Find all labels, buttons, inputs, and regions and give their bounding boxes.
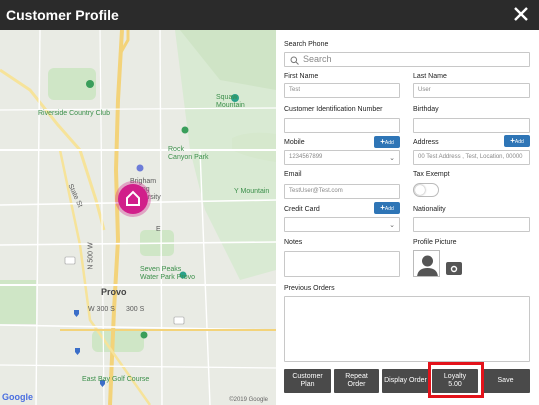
first-name-label: First Name [284,73,319,80]
birthday-label: Birthday [413,106,439,113]
map-label-rock-canyon: Rock Canyon Park [168,146,209,161]
last-name-field[interactable]: User [413,83,530,98]
mobile-label: Mobile [284,139,305,146]
mobile-value: 1234567899 [289,154,323,160]
user-icon [417,255,438,276]
customer-plan-button[interactable]: Customer Plan [284,369,331,393]
chevron-down-icon: ⌄ [389,222,395,229]
close-icon[interactable] [511,3,531,25]
loyalty-highlight-box [428,362,484,398]
notes-field[interactable] [284,251,400,277]
add-mobile-button[interactable]: +Add [374,136,400,148]
add-mobile-label: Add [384,140,394,146]
avatar [413,250,440,277]
map-label-provo: Provo [101,287,127,297]
email-field[interactable]: TestUser@Test.com [284,184,400,199]
add-credit-card-button[interactable]: +Add [374,202,400,214]
email-label: Email [284,171,302,178]
first-name-field[interactable]: Test [284,83,400,98]
last-name-label: Last Name [413,73,447,80]
map-label-w300s: W 300 S [88,306,115,313]
add-address-label: Add [514,139,524,145]
home-pin[interactable] [118,184,148,214]
repeat-order-button[interactable]: Repeat Order [334,369,379,393]
map-label-east-bay: East Bay Golf Course [82,376,150,383]
search-input[interactable]: Search [284,52,530,67]
mobile-select[interactable]: 1234567899 ⌄ [284,150,400,165]
map-label-e: E [156,226,161,233]
toggle-knob [415,185,425,195]
profile-picture-label: Profile Picture [413,239,457,246]
map-label-riverside: Riverside Country Club [38,110,110,117]
nationality-field[interactable] [413,217,530,232]
map-label-squaw: Squaw Mountain [216,94,245,109]
search-placeholder: Search [303,54,332,64]
chevron-down-icon: ⌄ [389,155,395,162]
previous-orders-list[interactable] [284,296,530,362]
nationality-label: Nationality [413,206,446,213]
google-logo: Google [2,392,33,402]
search-icon [290,56,299,65]
map-label-n500w: N 500 W [87,242,95,270]
previous-orders-label: Previous Orders [284,285,335,292]
display-order-button[interactable]: Display Order [382,369,429,393]
tax-exempt-label: Tax Exempt [413,171,450,178]
notes-label: Notes [284,239,303,246]
search-phone-label: Search Phone [284,41,329,48]
add-credit-card-label: Add [384,206,394,212]
window-title: Customer Profile [6,7,119,23]
map-copyright: ©2019 Google [229,397,268,403]
address-select[interactable]: 00 Test Address , Test, Location, 00000 [413,150,530,165]
map-label-seven-peaks: Seven Peaks Water Park Provo [140,266,195,281]
credit-card-label: Credit Card [284,206,320,213]
customer-form: Search Phone Search First Name Test Last… [278,30,539,405]
camera-icon[interactable] [446,262,462,275]
tax-exempt-toggle[interactable] [413,183,439,197]
address-label: Address [413,139,439,146]
birthday-field[interactable] [413,118,530,133]
customer-id-field[interactable] [284,118,400,133]
title-bar: Customer Profile [0,0,539,30]
customer-id-label: Customer Identification Number [284,106,383,113]
add-address-button[interactable]: +Add [504,135,530,147]
map-label-300s: 300 S [126,306,145,313]
map-panel[interactable]: Squaw Mountain Riverside Country Club Ro… [0,30,276,405]
map-canvas[interactable] [0,30,276,405]
home-icon [126,190,140,206]
credit-card-select[interactable]: ⌄ [284,217,400,232]
map-label-y-mountain: Y Mountain [234,188,270,195]
save-button[interactable]: Save [481,369,530,393]
